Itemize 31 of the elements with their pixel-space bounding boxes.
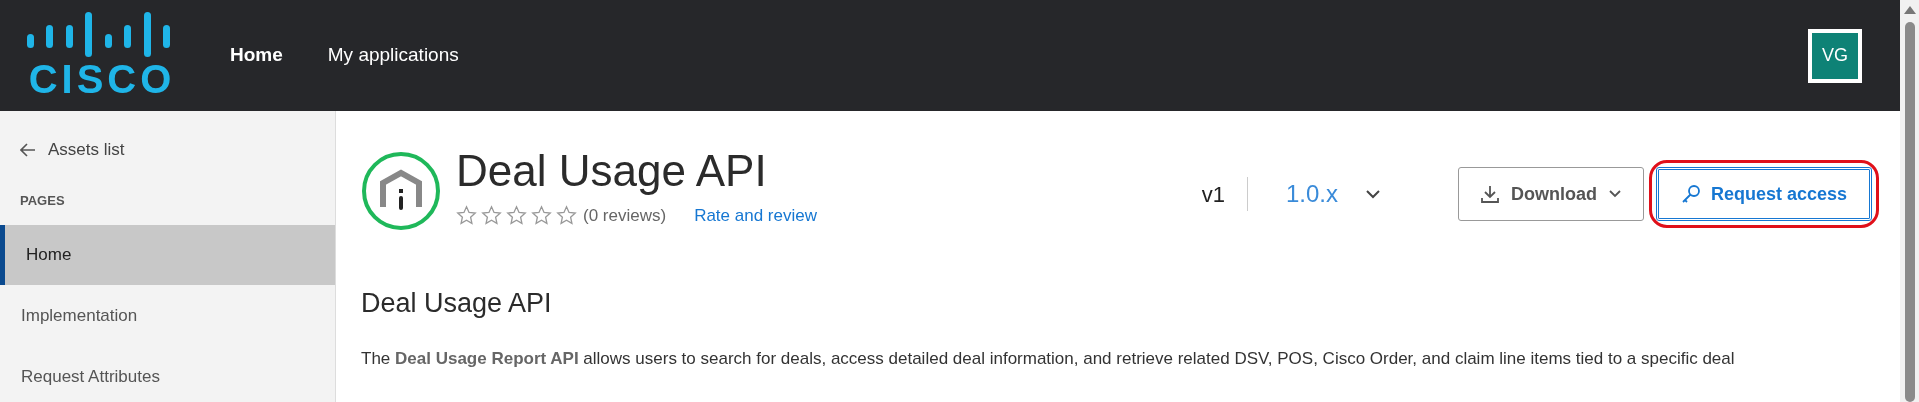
nav-link[interactable]: My applications <box>327 41 459 70</box>
version-label: v1 <box>1201 180 1225 209</box>
scrollbar[interactable] <box>1900 0 1919 402</box>
key-icon <box>1680 184 1701 204</box>
review-count: (0 reviews) <box>583 205 667 227</box>
section-label: PAGES <box>19 192 66 210</box>
star-icon <box>531 205 552 227</box>
sidebar-item[interactable]: Request Attributes <box>0 346 335 402</box>
avatar[interactable]: VG <box>1808 28 1862 83</box>
nav-link[interactable]: Home <box>230 41 283 70</box>
asset-title: Deal Usage API <box>456 145 768 197</box>
api-house-icon <box>361 151 441 231</box>
section-heading: Deal Usage API <box>361 287 553 320</box>
star-icon <box>506 205 527 227</box>
chevron-down-icon <box>1608 190 1621 198</box>
sidebar-item[interactable]: Home <box>0 224 335 285</box>
star-icon <box>556 205 577 227</box>
back-link[interactable]: Assets list <box>0 139 335 161</box>
scroll-up-icon <box>1903 6 1916 14</box>
request-access-button[interactable]: Request access <box>1655 167 1872 221</box>
back-arrow-icon <box>20 143 36 157</box>
release-dropdown[interactable]: 1.0.x <box>1285 176 1380 212</box>
description-text: The Deal Usage Report API allows users to search for deals, access detailed deal information, and retrieve related DSV, POS, Cisco Order, and claim line items tied to a specific deal <box>361 347 1736 370</box>
logo-wordmark: CISCO <box>28 59 176 99</box>
sidebar-item[interactable]: Implementation <box>0 285 335 346</box>
star-icon <box>456 205 477 227</box>
rate-link[interactable]: Rate and review <box>694 203 817 229</box>
star-icon <box>481 205 502 227</box>
download-button[interactable]: Download <box>1457 167 1644 221</box>
chevron-down-icon <box>1365 189 1380 199</box>
download-icon <box>1480 185 1499 203</box>
